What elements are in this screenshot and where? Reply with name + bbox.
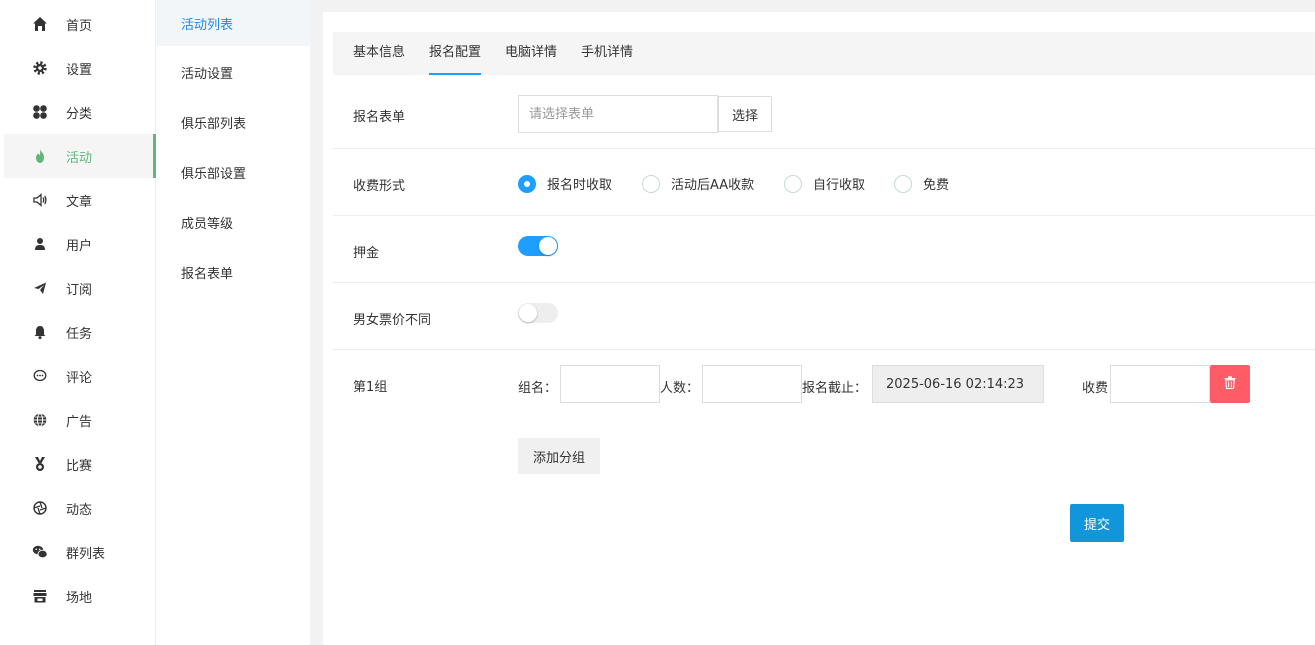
toggle-knob [539,237,557,255]
sidebar-item-label: 任务 [66,326,93,342]
gender-price-toggle[interactable] [518,303,558,323]
submenu-item-activity-list[interactable]: 活动列表 [156,0,310,46]
sidebar-item-match[interactable]: 比赛 [4,442,156,486]
group-count-label: 人数： [660,381,700,396]
radio-label: 自行收取 [813,178,866,193]
sidebar-item-groups[interactable]: 群列表 [4,530,156,574]
comment-icon [30,366,50,386]
main-content: 基本信息 报名配置 电脑详情 手机详情 报名表单 选择 收费形式 报名时收取 活… [323,12,1315,645]
group-name-label: 组名： [518,381,558,396]
sidebar-item-label: 评论 [66,370,93,386]
sidebar-item-settings[interactable]: 设置 [4,46,156,90]
submit-button[interactable]: 提交 [1070,504,1124,542]
group-deadline-input[interactable] [872,365,1044,403]
sidebar-item-label: 广告 [66,414,93,430]
sidebar-item-label: 订阅 [66,282,93,298]
radio-unchecked-icon [642,174,660,193]
sidebar-item-ad[interactable]: 广告 [4,398,156,442]
fee-type-label: 收费形式 [353,179,406,194]
sidebar-item-label: 分类 [66,106,93,122]
globe-icon [30,410,50,430]
gender-price-label: 男女票价不同 [353,313,432,328]
delete-group-button[interactable] [1210,365,1250,403]
fee-option-on-signup[interactable]: 报名时收取 [518,174,612,193]
signup-form-label: 报名表单 [353,110,406,125]
sidebar-item-activity[interactable]: 活动 [4,134,156,178]
submenu-item-signup-forms[interactable]: 报名表单 [156,249,310,295]
tab-pc-details[interactable]: 电脑详情 [505,32,557,75]
sidebar-item-label: 设置 [66,62,93,78]
send-icon [30,278,50,298]
group-fee-input[interactable] [1110,365,1210,403]
sidebar-item-label: 群列表 [66,546,106,562]
sidebar-item-label: 场地 [66,590,93,606]
tab-mobile-details[interactable]: 手机详情 [581,32,633,75]
sidebar-item-moments[interactable]: 动态 [4,486,156,530]
gear-icon [30,58,50,78]
select-form-button[interactable]: 选择 [718,96,772,132]
fee-type-row: 收费形式 报名时收取 活动后AA收款 自行收取 免费 [333,149,1315,216]
sidebar-item-category[interactable]: 分类 [4,90,156,134]
sidebar-item-article[interactable]: 文章 [4,178,156,222]
medal-icon [30,454,50,474]
group-title: 第1组 [353,380,388,395]
sidebar-item-home[interactable]: 首页 [4,2,156,46]
store-icon [30,586,50,606]
radio-label: 活动后AA收款 [671,178,755,193]
main-sidebar: 首页 设置 分类 活动 文章 用户 订阅 任务 评论 广告 比赛 动态 群列表 … [0,0,156,645]
submenu-item-member-levels[interactable]: 成员等级 [156,199,310,245]
flame-icon [30,146,50,166]
bell-icon [30,322,50,342]
sidebar-item-venue[interactable]: 场地 [4,574,156,618]
sidebar-item-comment[interactable]: 评论 [4,354,156,398]
tab-bar: 基本信息 报名配置 电脑详情 手机详情 [333,32,1315,75]
tab-signup-config[interactable]: 报名配置 [429,32,482,75]
deposit-row: 押金 [333,216,1315,283]
submenu-item-club-settings[interactable]: 俱乐部设置 [156,149,310,195]
radio-unchecked-icon [784,174,802,193]
aperture-icon [30,498,50,518]
sidebar-item-label: 活动 [66,150,93,166]
deposit-label: 押金 [353,246,380,261]
activity-submenu: 活动列表 活动设置 俱乐部列表 俱乐部设置 成员等级 报名表单 [156,0,310,645]
sidebar-item-task[interactable]: 任务 [4,310,156,354]
group-deadline-label: 报名截止： [802,381,868,396]
fee-option-free[interactable]: 免费 [894,174,949,193]
fee-option-self-collect[interactable]: 自行收取 [784,174,865,193]
radio-checked-icon [518,174,536,193]
home-icon [30,14,50,34]
sidebar-item-user[interactable]: 用户 [4,222,156,266]
group-name-input[interactable] [560,365,660,403]
group-fee-label: 收费 [1082,381,1109,396]
sidebar-item-label: 用户 [66,238,93,254]
trash-icon [1224,375,1236,393]
sidebar-item-subscribe[interactable]: 订阅 [4,266,156,310]
wechat-icon [30,542,50,562]
speaker-icon [30,190,50,210]
category-icon [30,102,50,122]
sidebar-item-label: 比赛 [66,458,93,474]
group-count-input[interactable] [702,365,802,403]
fee-option-aa-after[interactable]: 活动后AA收款 [642,174,754,193]
signup-form-input[interactable] [518,95,718,133]
sidebar-item-label: 首页 [66,18,93,34]
radio-unchecked-icon [894,174,912,193]
submenu-item-activity-settings[interactable]: 活动设置 [156,49,310,95]
deposit-toggle[interactable] [518,236,558,256]
toggle-knob [519,304,537,322]
user-icon [30,234,50,254]
tab-basic-info[interactable]: 基本信息 [353,32,405,75]
sidebar-item-label: 文章 [66,194,93,210]
add-group-button[interactable]: 添加分组 [518,438,600,474]
gender-price-row: 男女票价不同 [333,283,1315,350]
radio-label: 报名时收取 [547,178,613,193]
submenu-item-club-list[interactable]: 俱乐部列表 [156,99,310,145]
sidebar-item-label: 动态 [66,502,93,518]
radio-label: 免费 [923,178,950,193]
signup-form-row: 报名表单 选择 [333,75,1315,149]
